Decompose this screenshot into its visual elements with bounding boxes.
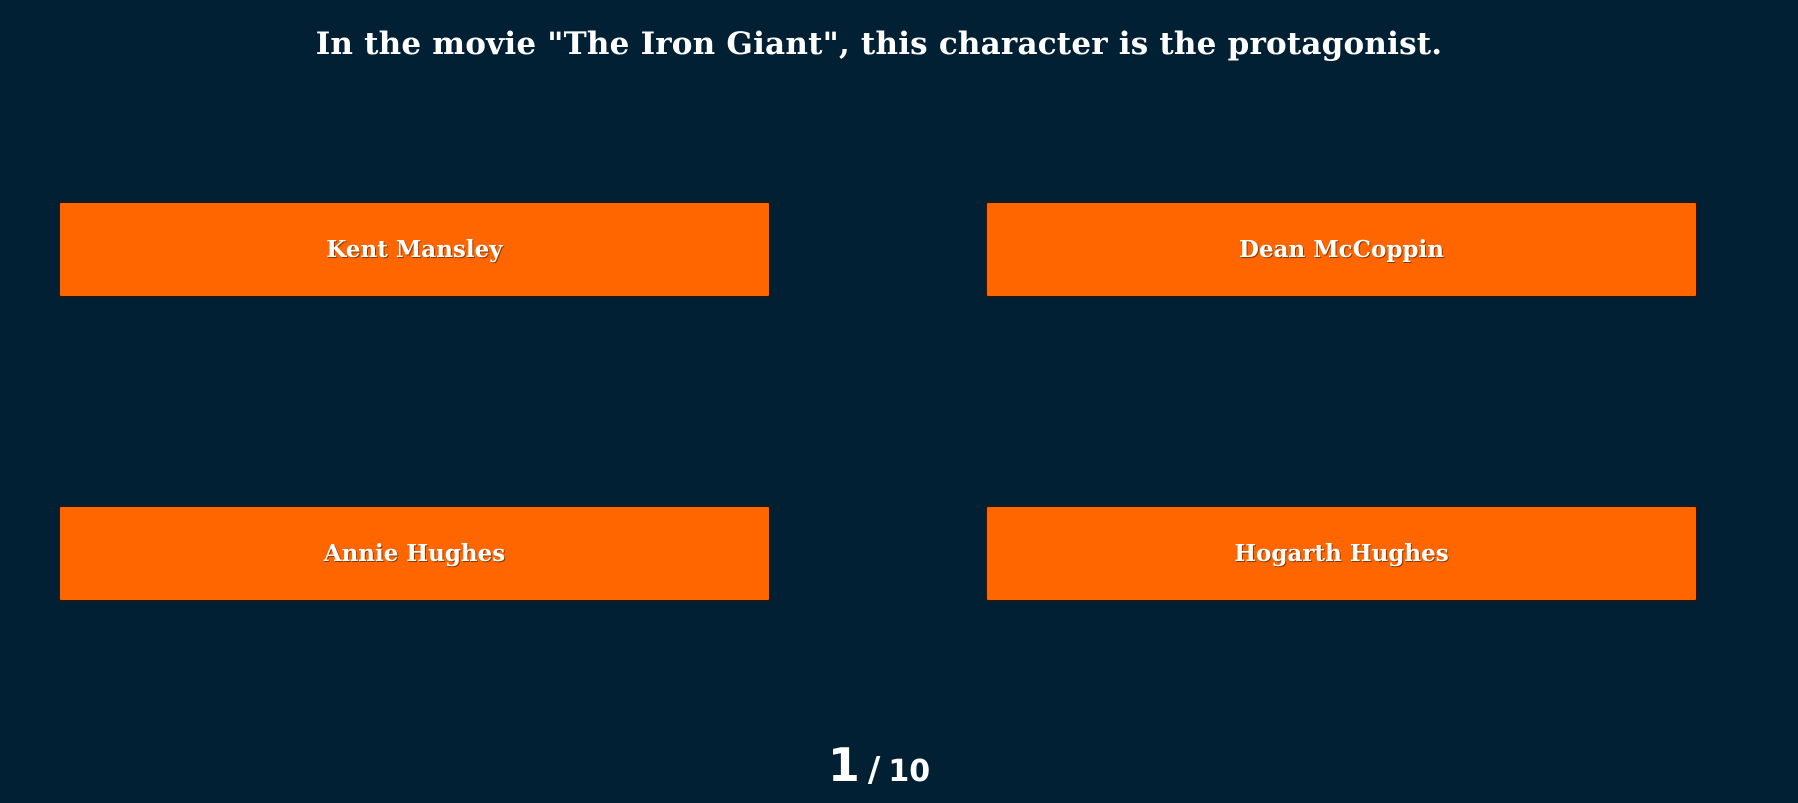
answer-button-hogarth-hughes[interactable]: Hogarth Hughes: [985, 505, 1698, 602]
answer-button-annie-hughes[interactable]: Annie Hughes: [58, 505, 771, 602]
answer-button-dean-mccoppin[interactable]: Dean McCoppin: [985, 201, 1698, 298]
current-question-number: 1: [827, 738, 860, 792]
question-text: In the movie "The Iron Giant", this char…: [315, 26, 1443, 62]
counter-separator: /: [867, 750, 881, 790]
question-counter: 1/10: [0, 738, 1758, 803]
total-questions: 10: [888, 754, 931, 789]
answer-button-kent-mansley[interactable]: Kent Mansley: [58, 201, 771, 298]
